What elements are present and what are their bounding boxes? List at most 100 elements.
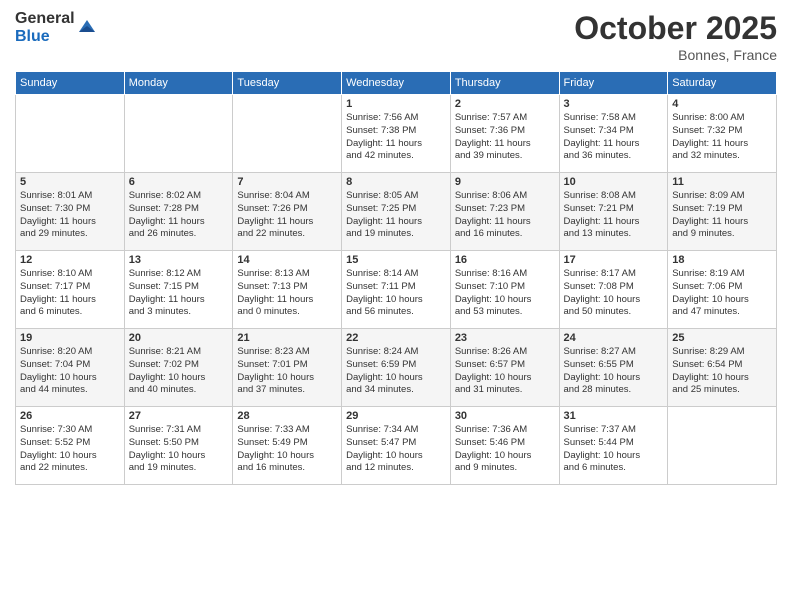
- day-number: 20: [129, 332, 229, 344]
- logo-general: General: [15, 10, 75, 28]
- calendar: Sunday Monday Tuesday Wednesday Thursday…: [15, 71, 777, 485]
- calendar-cell: 17Sunrise: 8:17 AM Sunset: 7:08 PM Dayli…: [559, 251, 668, 329]
- location: Bonnes, France: [574, 47, 777, 63]
- calendar-cell: 5 Sunrise: 8:01 AM Sunset: 7:30 PM Daylig…: [16, 173, 125, 251]
- day-info: Sunrise: 8:24 AM Sunset: 6:59 PM Dayligh…: [346, 346, 446, 397]
- calendar-cell: 29Sunrise: 7:34 AM Sunset: 5:47 PM Dayli…: [342, 407, 451, 485]
- day-number: 19: [20, 332, 120, 344]
- day-number: 14: [237, 254, 337, 266]
- day-info: Sunrise: 7:36 AM Sunset: 5:46 PM Dayligh…: [455, 424, 555, 475]
- header-saturday: Saturday: [668, 72, 777, 95]
- day-info: Sunrise: 8:23 AM Sunset: 7:01 PM Dayligh…: [237, 346, 337, 397]
- day-info: Sunrise: 8:29 AM Sunset: 6:54 PM Dayligh…: [672, 346, 772, 397]
- weekday-header-row: Sunday Monday Tuesday Wednesday Thursday…: [16, 72, 777, 95]
- header-friday: Friday: [559, 72, 668, 95]
- title-block: October 2025 Bonnes, France: [574, 10, 777, 63]
- calendar-cell: 20 Sunrise: 8:21 AM Sunset: 7:02 PM Dayli…: [124, 329, 233, 407]
- day-number: 9: [455, 176, 555, 188]
- day-info: Sunrise: 8:27 AM Sunset: 6:55 PM Dayligh…: [564, 346, 664, 397]
- header-thursday: Thursday: [450, 72, 559, 95]
- day-info: Sunrise: 8:00 AM Sunset: 7:32 PM Dayligh…: [672, 112, 772, 163]
- day-number: 27: [129, 410, 229, 422]
- day-info: Sunrise: 8:20 AM Sunset: 7:04 PM Dayligh…: [20, 346, 120, 397]
- day-number: 12: [20, 254, 120, 266]
- day-number: 26: [20, 410, 120, 422]
- day-info: Sunrise: 7:58 AM Sunset: 7:34 PM Dayligh…: [564, 112, 664, 163]
- calendar-week-1: 1 Sunrise: 7:56 AM Sunset: 7:38 PM Daylig…: [16, 95, 777, 173]
- day-info: Sunrise: 7:30 AM Sunset: 5:52 PM Dayligh…: [20, 424, 120, 475]
- day-info: Sunrise: 8:16 AM Sunset: 7:10 PM Dayligh…: [455, 268, 555, 319]
- calendar-cell: 8 Sunrise: 8:05 AM Sunset: 7:25 PM Daylig…: [342, 173, 451, 251]
- calendar-cell: 22 Sunrise: 8:24 AM Sunset: 6:59 PM Dayli…: [342, 329, 451, 407]
- day-info: Sunrise: 7:56 AM Sunset: 7:38 PM Dayligh…: [346, 112, 446, 163]
- day-info: Sunrise: 7:33 AM Sunset: 5:49 PM Dayligh…: [237, 424, 337, 475]
- day-info: Sunrise: 8:21 AM Sunset: 7:02 PM Dayligh…: [129, 346, 229, 397]
- calendar-cell: 21 Sunrise: 8:23 AM Sunset: 7:01 PM Dayli…: [233, 329, 342, 407]
- day-number: 1: [346, 98, 446, 110]
- calendar-week-4: 19 Sunrise: 8:20 AM Sunset: 7:04 PM Dayli…: [16, 329, 777, 407]
- calendar-cell: 27 Sunrise: 7:31 AM Sunset: 5:50 PM Dayli…: [124, 407, 233, 485]
- calendar-week-5: 26 Sunrise: 7:30 AM Sunset: 5:52 PM Dayli…: [16, 407, 777, 485]
- calendar-cell: [124, 95, 233, 173]
- day-info: Sunrise: 8:04 AM Sunset: 7:26 PM Dayligh…: [237, 190, 337, 241]
- calendar-week-2: 5 Sunrise: 8:01 AM Sunset: 7:30 PM Daylig…: [16, 173, 777, 251]
- day-number: 3: [564, 98, 664, 110]
- day-info: Sunrise: 8:05 AM Sunset: 7:25 PM Dayligh…: [346, 190, 446, 241]
- day-info: Sunrise: 8:17 AM Sunset: 7:08 PM Dayligh…: [564, 268, 664, 319]
- calendar-cell: 11Sunrise: 8:09 AM Sunset: 7:19 PM Dayli…: [668, 173, 777, 251]
- calendar-cell: 3 Sunrise: 7:58 AM Sunset: 7:34 PM Daylig…: [559, 95, 668, 173]
- day-number: 21: [237, 332, 337, 344]
- day-info: Sunrise: 8:09 AM Sunset: 7:19 PM Dayligh…: [672, 190, 772, 241]
- calendar-cell: [16, 95, 125, 173]
- day-info: Sunrise: 7:37 AM Sunset: 5:44 PM Dayligh…: [564, 424, 664, 475]
- day-number: 4: [672, 98, 772, 110]
- day-info: Sunrise: 8:02 AM Sunset: 7:28 PM Dayligh…: [129, 190, 229, 241]
- day-info: Sunrise: 7:34 AM Sunset: 5:47 PM Dayligh…: [346, 424, 446, 475]
- calendar-cell: 2Sunrise: 7:57 AM Sunset: 7:36 PM Daylig…: [450, 95, 559, 173]
- day-number: 8: [346, 176, 446, 188]
- day-info: Sunrise: 8:10 AM Sunset: 7:17 PM Dayligh…: [20, 268, 120, 319]
- day-info: Sunrise: 7:31 AM Sunset: 5:50 PM Dayligh…: [129, 424, 229, 475]
- logo-icon: [77, 18, 97, 38]
- calendar-cell: 31Sunrise: 7:37 AM Sunset: 5:44 PM Dayli…: [559, 407, 668, 485]
- calendar-cell: 26 Sunrise: 7:30 AM Sunset: 5:52 PM Dayli…: [16, 407, 125, 485]
- calendar-cell: 9 Sunrise: 8:06 AM Sunset: 7:23 PM Daylig…: [450, 173, 559, 251]
- day-number: 30: [455, 410, 555, 422]
- header-monday: Monday: [124, 72, 233, 95]
- day-info: Sunrise: 8:14 AM Sunset: 7:11 PM Dayligh…: [346, 268, 446, 319]
- calendar-cell: 18 Sunrise: 8:19 AM Sunset: 7:06 PM Dayli…: [668, 251, 777, 329]
- day-info: Sunrise: 8:12 AM Sunset: 7:15 PM Dayligh…: [129, 268, 229, 319]
- day-number: 13: [129, 254, 229, 266]
- calendar-week-3: 12 Sunrise: 8:10 AM Sunset: 7:17 PM Dayli…: [16, 251, 777, 329]
- day-number: 24: [564, 332, 664, 344]
- logo-blue: Blue: [15, 28, 75, 46]
- day-info: Sunrise: 8:26 AM Sunset: 6:57 PM Dayligh…: [455, 346, 555, 397]
- day-info: Sunrise: 8:19 AM Sunset: 7:06 PM Dayligh…: [672, 268, 772, 319]
- calendar-cell: 4 Sunrise: 8:00 AM Sunset: 7:32 PM Daylig…: [668, 95, 777, 173]
- day-number: 18: [672, 254, 772, 266]
- calendar-cell: 1 Sunrise: 7:56 AM Sunset: 7:38 PM Daylig…: [342, 95, 451, 173]
- calendar-cell: 13 Sunrise: 8:12 AM Sunset: 7:15 PM Dayli…: [124, 251, 233, 329]
- day-info: Sunrise: 8:06 AM Sunset: 7:23 PM Dayligh…: [455, 190, 555, 241]
- day-number: 23: [455, 332, 555, 344]
- logo: General Blue: [15, 10, 97, 45]
- calendar-cell: 23 Sunrise: 8:26 AM Sunset: 6:57 PM Dayli…: [450, 329, 559, 407]
- calendar-cell: 24 Sunrise: 8:27 AM Sunset: 6:55 PM Dayli…: [559, 329, 668, 407]
- calendar-cell: 12 Sunrise: 8:10 AM Sunset: 7:17 PM Dayli…: [16, 251, 125, 329]
- calendar-cell: 19 Sunrise: 8:20 AM Sunset: 7:04 PM Dayli…: [16, 329, 125, 407]
- day-number: 16: [455, 254, 555, 266]
- day-number: 15: [346, 254, 446, 266]
- calendar-cell: 14Sunrise: 8:13 AM Sunset: 7:13 PM Dayli…: [233, 251, 342, 329]
- calendar-cell: 28Sunrise: 7:33 AM Sunset: 5:49 PM Dayli…: [233, 407, 342, 485]
- calendar-cell: [233, 95, 342, 173]
- page-header: General Blue October 2025 Bonnes, France: [15, 10, 777, 63]
- day-number: 22: [346, 332, 446, 344]
- day-number: 5: [20, 176, 120, 188]
- calendar-cell: 30 Sunrise: 7:36 AM Sunset: 5:46 PM Dayli…: [450, 407, 559, 485]
- day-info: Sunrise: 8:01 AM Sunset: 7:30 PM Dayligh…: [20, 190, 120, 241]
- calendar-cell: [668, 407, 777, 485]
- calendar-cell: 7Sunrise: 8:04 AM Sunset: 7:26 PM Daylig…: [233, 173, 342, 251]
- header-sunday: Sunday: [16, 72, 125, 95]
- header-wednesday: Wednesday: [342, 72, 451, 95]
- calendar-cell: 6Sunrise: 8:02 AM Sunset: 7:28 PM Daylig…: [124, 173, 233, 251]
